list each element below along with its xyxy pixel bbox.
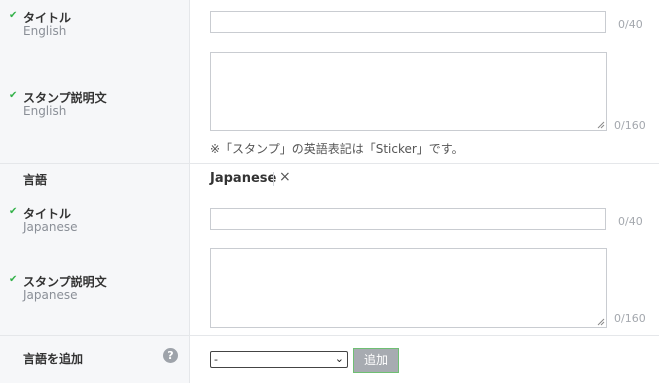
char-counter: 0/160: [614, 312, 646, 325]
char-counter: 0/40: [618, 215, 643, 228]
desc-en-textarea[interactable]: [210, 52, 607, 131]
field-language: Japanese: [23, 288, 78, 302]
language-select[interactable]: - ⌄: [210, 351, 348, 368]
select-value: -: [214, 353, 218, 366]
resize-handle-icon[interactable]: [597, 121, 605, 129]
title-en-input[interactable]: [210, 11, 606, 33]
check-icon: ✔: [9, 10, 18, 21]
field-label: 言語: [23, 173, 48, 187]
label-column: [0, 0, 190, 383]
field-label: 言語を追加: [23, 352, 84, 366]
check-icon: ✔: [9, 274, 18, 285]
language-tag: Japanese: [210, 171, 277, 186]
chevron-down-icon: ⌄: [334, 352, 344, 365]
remove-language-icon[interactable]: ×: [279, 169, 291, 185]
check-icon: ✔: [9, 206, 18, 217]
field-language: English: [23, 24, 67, 38]
add-language-button[interactable]: 追加: [353, 348, 399, 373]
field-language: English: [23, 104, 67, 118]
desc-ja-textarea[interactable]: [210, 248, 607, 328]
separator: [273, 172, 274, 186]
field-language: Japanese: [23, 220, 78, 234]
divider: [0, 163, 659, 164]
help-icon[interactable]: ?: [163, 348, 178, 363]
title-ja-input[interactable]: [210, 208, 606, 230]
char-counter: 0/160: [614, 119, 646, 132]
sticker-note: ※「スタンプ」の英語表記は「Sticker」です。: [210, 142, 464, 156]
char-counter: 0/40: [618, 18, 643, 31]
resize-handle-icon[interactable]: [597, 318, 605, 326]
divider: [0, 335, 659, 336]
check-icon: ✔: [9, 90, 18, 101]
